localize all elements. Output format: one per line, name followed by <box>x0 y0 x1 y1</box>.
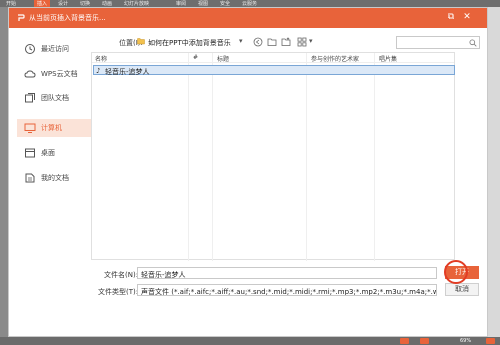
desktop-icon <box>25 148 35 158</box>
bg-menu-item[interactable]: 幻灯片放映 <box>124 0 149 7</box>
column-header-number[interactable]: # <box>193 54 198 61</box>
wps-logo-icon <box>18 14 25 21</box>
chevron-down-icon[interactable]: ▾ <box>239 37 243 45</box>
bg-status-button[interactable] <box>400 338 409 344</box>
document-icon <box>25 173 35 183</box>
background-status-bar: 69% <box>0 337 500 345</box>
filename-label: 文件名(N): <box>104 271 139 279</box>
chevron-down-icon[interactable]: ▾ <box>309 37 313 45</box>
zoom-in-button[interactable] <box>486 338 495 344</box>
column-header-album[interactable]: 唱片集 <box>379 54 397 63</box>
column-header-title[interactable]: 标题 <box>217 54 229 63</box>
filetype-label: 文件类型(T): <box>98 288 139 296</box>
column-divider <box>188 53 189 261</box>
music-note-icon: ♪ <box>96 67 101 75</box>
filename-input[interactable]: 轻音乐-追梦人 <box>137 267 437 279</box>
bg-menu-item[interactable]: 安全 <box>220 0 230 7</box>
sidebar-item-label: 计算机 <box>41 124 62 132</box>
file-list: 名称 # 标题 参与创作的艺术家 唱片集 ♪ 轻音乐-追梦人 <box>91 52 455 261</box>
close-button[interactable]: ✕ <box>461 11 473 23</box>
column-header-name[interactable]: 名称 <box>95 54 107 63</box>
bg-menu-item[interactable]: 云服务 <box>242 0 257 7</box>
search-icon <box>469 39 477 47</box>
background-right-panel <box>488 7 500 337</box>
bg-menu-item[interactable]: 视图 <box>198 0 208 7</box>
background-menu-bar: 开始 插入 设计 切换 动画 幻灯片放映 审阅 视图 安全 云服务 <box>0 0 500 7</box>
computer-icon <box>24 123 36 133</box>
up-folder-icon[interactable] <box>267 37 277 47</box>
bg-menu-item[interactable]: 开始 <box>6 0 16 7</box>
column-divider <box>374 53 375 261</box>
bg-menu-item-insert[interactable]: 插入 <box>34 0 51 7</box>
insert-music-dialog: 从当前页插入背景音乐... ⧉ ✕ 最近访问 WPS云文档 团队文档 计算机 桌… <box>8 7 488 337</box>
file-list-header: 名称 # 标题 参与创作的艺术家 唱片集 <box>92 53 454 63</box>
filetype-select[interactable]: 声音文件 (*.aif;*.aifc;*.aiff;*.au;*.snd;*.m… <box>137 284 437 296</box>
zoom-level: 69% <box>460 338 472 344</box>
column-divider <box>212 53 213 261</box>
column-divider <box>306 53 307 261</box>
bg-menu-item[interactable]: 审阅 <box>176 0 186 7</box>
dialog-titlebar[interactable]: 从当前页插入背景音乐... ⧉ ✕ <box>9 8 487 28</box>
view-grid-icon[interactable] <box>297 37 307 47</box>
location-bar: 位置(I): 如何在PPT中添加背景音乐 ▾ ▾ <box>119 36 487 50</box>
sidebar-item-label: WPS云文档 <box>41 70 78 78</box>
bg-menu-item[interactable]: 切换 <box>80 0 90 7</box>
file-row[interactable]: ♪ 轻音乐-追梦人 <box>93 65 455 76</box>
sidebar-item-label: 我的文档 <box>41 174 69 182</box>
new-folder-icon[interactable] <box>281 37 291 47</box>
folder-icon <box>137 38 145 45</box>
highlight-circle <box>444 260 468 284</box>
clock-icon <box>25 44 35 54</box>
restore-button[interactable]: ⧉ <box>445 11 457 23</box>
bg-menu-item[interactable]: 动画 <box>102 0 112 7</box>
sidebar-item-label: 最近访问 <box>41 45 69 53</box>
back-icon[interactable] <box>253 37 263 47</box>
bg-menu-item[interactable]: 设计 <box>58 0 68 7</box>
search-input[interactable] <box>396 36 480 49</box>
dialog-title: 从当前页插入背景音乐... <box>29 14 106 22</box>
team-icon <box>25 93 35 103</box>
sidebar-item-label: 团队文档 <box>41 94 69 102</box>
cloud-icon <box>24 70 36 78</box>
sidebar-item-label: 桌面 <box>41 149 55 157</box>
column-header-artist[interactable]: 参与创作的艺术家 <box>311 54 359 63</box>
location-path-select[interactable]: 如何在PPT中添加背景音乐 <box>148 38 231 48</box>
cancel-button[interactable]: 取消 <box>445 283 479 296</box>
file-name: 轻音乐-追梦人 <box>105 68 150 76</box>
bg-status-button[interactable] <box>420 338 429 344</box>
